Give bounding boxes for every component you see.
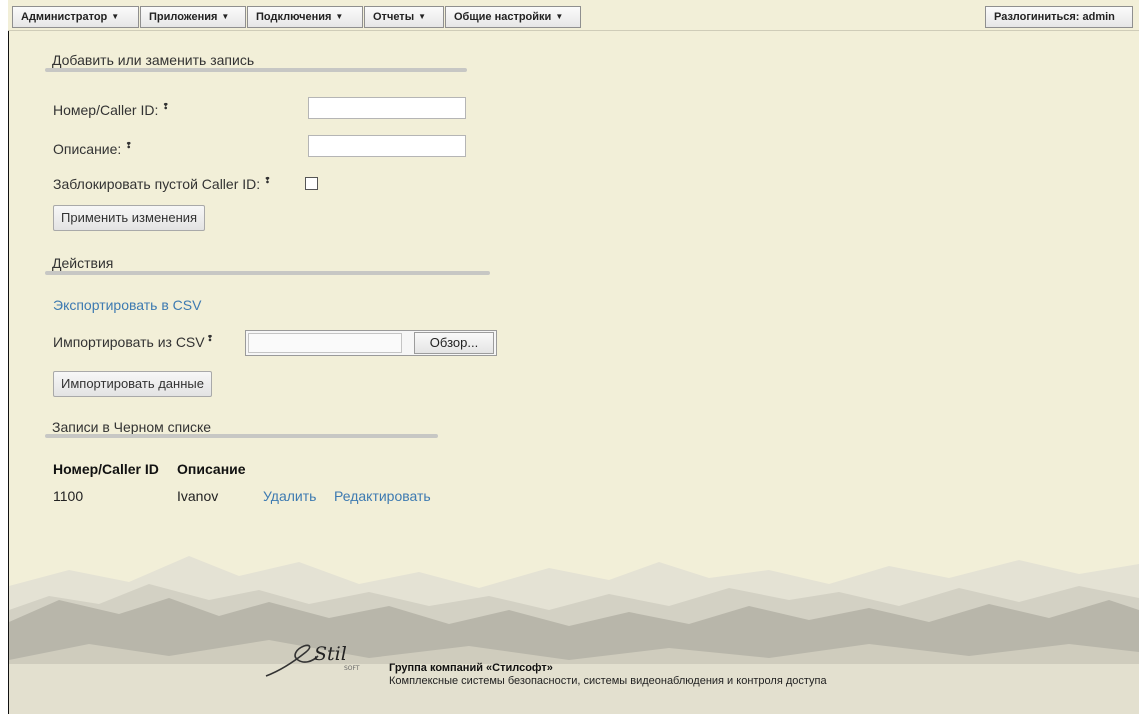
block-empty-checkbox[interactable]	[305, 177, 318, 190]
add-section-title: Добавить или заменить запись	[52, 52, 255, 68]
delete-entry-link[interactable]: Удалить	[263, 488, 316, 504]
menu-label: Администратор	[21, 11, 108, 23]
section-divider	[45, 434, 438, 438]
number-field-label: Номер/Caller ID: ❢	[53, 102, 169, 118]
menu-label: Отчеты	[373, 11, 415, 23]
block-empty-label: Заблокировать пустой Caller ID: ❢	[53, 176, 271, 192]
export-csv-link[interactable]: Экспортировать в CSV	[53, 297, 201, 313]
import-csv-label: Импортировать из CSV ❢	[53, 334, 213, 350]
import-data-button[interactable]: Импортировать данные	[53, 371, 212, 397]
logout-label: Разлогиниться: admin	[994, 11, 1115, 23]
import-label-text: Импортировать из CSV	[53, 334, 205, 350]
edit-entry-link[interactable]: Редактировать	[334, 488, 431, 504]
help-icon[interactable]: ❢	[264, 176, 271, 185]
caret-down-icon: ▼	[555, 12, 564, 21]
section-divider	[45, 271, 490, 275]
actions-section-title: Действия	[52, 255, 114, 271]
caret-down-icon: ▼	[221, 12, 230, 21]
entry-description: Ivanov	[177, 488, 219, 504]
top-navigation-bar: Администратор ▼ Приложения ▼ Подключения ▼ …	[8, 0, 1139, 31]
entry-number: 1100	[53, 488, 84, 504]
caret-down-icon: ▼	[335, 12, 344, 21]
description-field-label: Описание: ❢	[53, 141, 132, 157]
help-icon[interactable]: ❢	[125, 141, 132, 150]
footer-company-name: Группа компаний «Стилсофт»	[389, 662, 553, 674]
menu-connections[interactable]: Подключения ▼	[247, 6, 363, 28]
menu-applications[interactable]: Приложения ▼	[140, 6, 246, 28]
menu-label: Общие настройки	[454, 11, 552, 23]
stilsoft-logo: Stil SOFT	[265, 643, 360, 677]
file-path-input[interactable]	[248, 333, 402, 353]
import-file-picker: Обзор...	[245, 330, 497, 356]
number-label-text: Номер/Caller ID:	[53, 102, 159, 118]
caret-down-icon: ▼	[418, 12, 427, 21]
menu-general-settings[interactable]: Общие настройки ▼	[445, 6, 581, 28]
section-divider	[45, 68, 467, 72]
help-icon[interactable]: ❢	[162, 102, 169, 111]
number-input[interactable]	[308, 97, 466, 119]
entries-section-title: Записи в Черном списке	[52, 419, 212, 435]
help-icon[interactable]: ❢	[207, 334, 214, 343]
caret-down-icon: ▼	[111, 12, 120, 21]
logout-button[interactable]: Разлогиниться: admin	[985, 6, 1133, 28]
description-label-text: Описание:	[53, 141, 122, 157]
footer-tagline: Комплексные системы безопасности, систем…	[389, 675, 827, 687]
mountain-footer-image	[9, 556, 1139, 714]
menu-label: Подключения	[256, 11, 332, 23]
column-header-description: Описание	[177, 461, 246, 477]
logo-wordmark: Stil	[314, 643, 347, 665]
browse-button[interactable]: Обзор...	[414, 332, 494, 354]
menu-administrator[interactable]: Администратор ▼	[12, 6, 139, 28]
apply-changes-button[interactable]: Применить изменения	[53, 205, 206, 231]
description-input[interactable]	[308, 135, 466, 157]
logo-subtext: SOFT	[344, 665, 360, 672]
menu-reports[interactable]: Отчеты ▼	[364, 6, 444, 28]
column-header-number: Номер/Caller ID	[53, 461, 159, 477]
block-empty-label-text: Заблокировать пустой Caller ID:	[53, 176, 261, 192]
menu-label: Приложения	[149, 11, 218, 23]
